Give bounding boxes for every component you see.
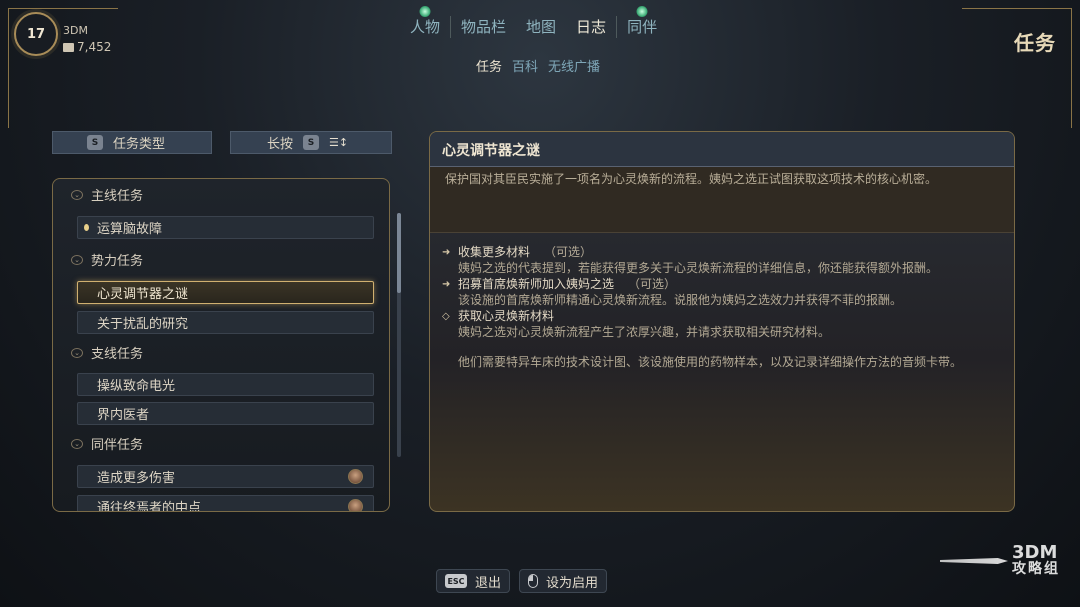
subtab-radio[interactable]: 无线广播 <box>548 56 600 75</box>
page-title: 任务 <box>1014 31 1056 55</box>
scrollbar-thumb[interactable] <box>397 213 401 293</box>
objective-body: 该设施的首席焕新师精通心灵焕新流程。说服他为姨妈之选效力并获得不菲的报酬。 <box>458 293 903 307</box>
objective-title: ➜ 招募首席焕新师加入姨妈之选 （可选） <box>442 277 677 291</box>
sort-button[interactable]: 长按 S ☰↕ <box>230 131 392 154</box>
mouse-left-click-icon <box>528 574 539 588</box>
category-faction[interactable]: ⌄ 势力任务 <box>71 250 143 269</box>
tab-character[interactable]: 人物 <box>400 6 450 38</box>
category-side[interactable]: ⌄ 支线任务 <box>71 343 143 362</box>
objective-body: 姨妈之选的代表提到，若能获得更多关于心灵焕新流程的详细信息，你还能获得额外报酬。 <box>458 261 939 275</box>
s-key-icon: S <box>303 135 320 150</box>
objective-list: ➜ 收集更多材料 （可选） 姨妈之选的代表提到，若能获得更多关于心灵焕新流程的详… <box>430 233 1014 370</box>
objective-extra: 他们需要特异车床的技术设计图、该设施使用的药物样本，以及记录详细操作方法的音频卡… <box>458 355 963 369</box>
collapse-icon: ⌄ <box>71 254 83 265</box>
tab-journal[interactable]: 日志 <box>566 16 616 38</box>
quest-title: 心灵调节器之谜 <box>430 132 1014 167</box>
journal-subnav: 任务 百科 无线广播 <box>476 56 600 75</box>
watermark-line2: 攻略组 <box>1012 561 1060 577</box>
quest-description: 保护国对其臣民实施了一项名为心灵焕新的流程。姨妈之选正试图获取这项技术的核心机密… <box>430 167 1014 233</box>
quest-type-filter[interactable]: S 任务类型 <box>52 131 212 154</box>
tab-companions[interactable]: 同伴 <box>617 6 667 38</box>
frame-top-right <box>962 8 1072 128</box>
top-navigation: 人物 物品栏 地图 日志 同伴 <box>400 6 667 38</box>
collapse-icon: ⌄ <box>71 347 83 358</box>
watermark-line1: 3DM <box>1012 542 1058 563</box>
objective-title: ➜ 收集更多材料 （可选） <box>442 245 593 259</box>
quest-item[interactable]: 通往终焉者的中点 <box>77 495 374 511</box>
companion-portrait-icon <box>348 499 363 511</box>
notification-dot-icon <box>419 6 431 17</box>
objective-body: 姨妈之选对心灵焕新流程产生了浓厚兴趣，并请求获取相关研究材料。 <box>458 325 831 339</box>
objective-arrow-icon: ➜ <box>442 279 451 290</box>
sword-logo-icon <box>940 558 1008 564</box>
gold-amount: 7,452 <box>77 40 112 54</box>
set-active-button[interactable]: 设为启用 <box>519 569 608 593</box>
quest-item[interactable]: 界内医者 <box>77 402 374 425</box>
esc-key-icon: ESC <box>445 574 467 588</box>
category-companion[interactable]: ⌄ 同伴任务 <box>71 434 143 453</box>
player-level: 17 <box>26 26 46 42</box>
player-name: 3DM <box>63 24 88 37</box>
objective-arrow-icon: ➜ <box>442 247 451 258</box>
tab-map[interactable]: 地图 <box>516 16 566 38</box>
collapse-icon: ⌄ <box>71 189 83 200</box>
collapse-icon: ⌄ <box>71 438 83 449</box>
companion-portrait-icon <box>348 469 363 484</box>
subtab-codex[interactable]: 百科 <box>512 56 538 75</box>
tracked-marker-icon <box>84 224 89 231</box>
quest-item[interactable]: 造成更多伤害 <box>77 465 374 488</box>
quest-item[interactable]: 关于扰乱的研究 <box>77 311 374 334</box>
objective-diamond-icon: ◇ <box>442 311 450 322</box>
subtab-quests[interactable]: 任务 <box>476 56 502 75</box>
s-key-icon: S <box>87 135 103 150</box>
tab-inventory[interactable]: 物品栏 <box>451 16 516 38</box>
gold-icon <box>63 42 74 52</box>
longpress-label: 长按 <box>267 137 294 152</box>
objective-title: ◇ 获取心灵焕新材料 <box>442 309 555 323</box>
quest-type-label: 任务类型 <box>113 137 166 152</box>
quest-item[interactable]: 操纵致命电光 <box>77 373 374 396</box>
quest-detail-panel: 心灵调节器之谜 保护国对其臣民实施了一项名为心灵焕新的流程。姨妈之选正试图获取这… <box>429 131 1015 512</box>
category-main[interactable]: ⌄ 主线任务 <box>71 185 143 204</box>
gold-display: 7,452 <box>63 40 111 54</box>
notification-dot-icon <box>636 6 648 17</box>
quest-list-panel: ⌄ 主线任务 运算脑故障 ⌄ 势力任务 心灵调节器之谜 关于扰乱的研究 ⌄ 支线任务 … <box>52 178 390 512</box>
exit-button[interactable]: ESC 退出 <box>436 569 511 593</box>
sort-icon: ☰↕ <box>329 136 349 149</box>
player-level-badge: 17 <box>14 12 58 56</box>
quest-item-selected[interactable]: 心灵调节器之谜 <box>77 281 374 304</box>
action-bar: ESC 退出 设为启用 <box>436 569 608 593</box>
watermark: 3DM 攻略组 <box>940 542 1060 577</box>
quest-item[interactable]: 运算脑故障 <box>77 216 374 239</box>
